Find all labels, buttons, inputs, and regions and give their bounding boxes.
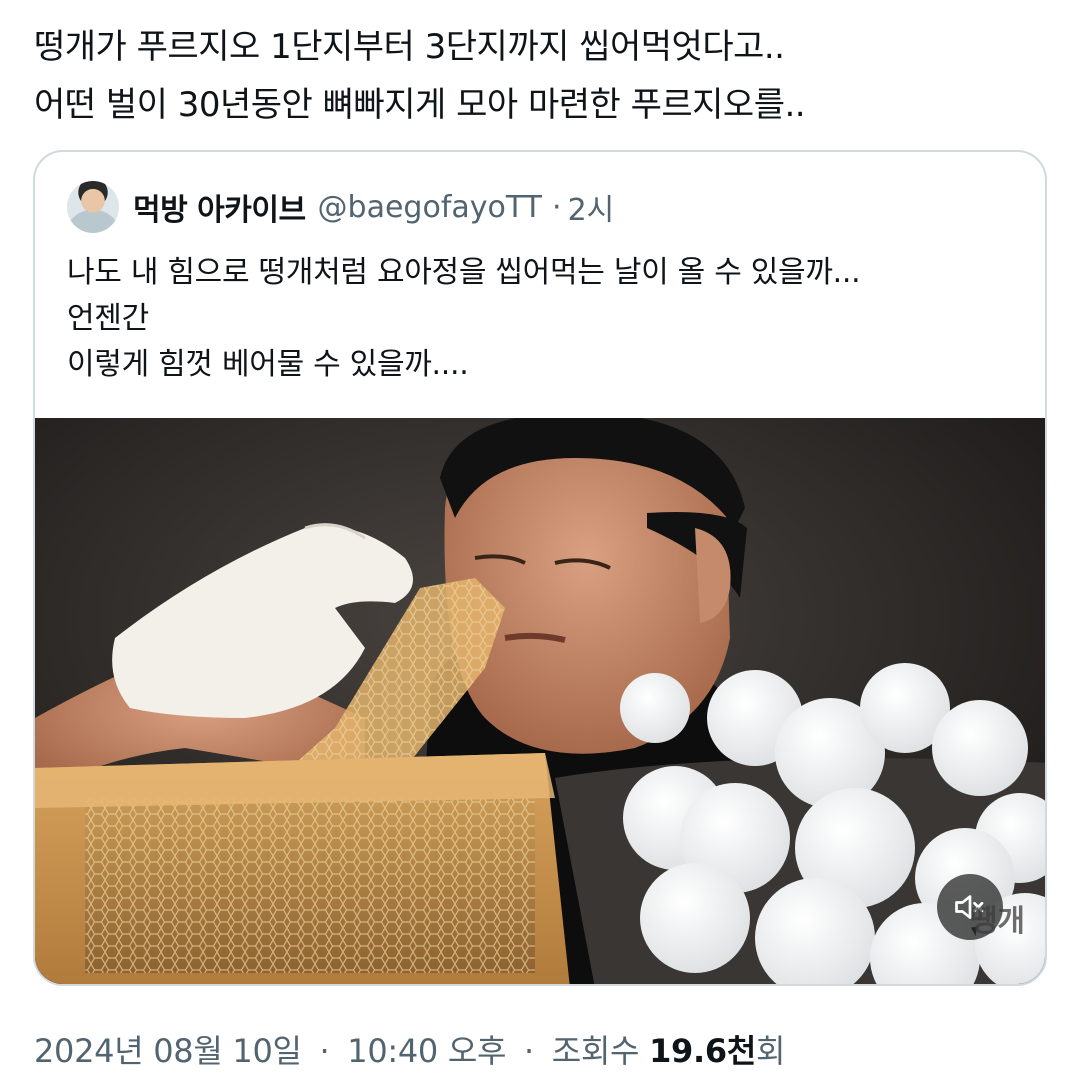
- header-separator: ·: [552, 189, 562, 225]
- meta-separator: ·: [524, 1032, 534, 1070]
- post-time[interactable]: 2시: [568, 185, 615, 229]
- author-handle[interactable]: @baegofayoTT: [318, 190, 542, 225]
- views-suffix: 회: [755, 1032, 786, 1070]
- quoted-tweet-card[interactable]: 먹방 아카이브 @baegofayoTT · 2시 나도 내 힘으로 떵개처럼 …: [33, 150, 1047, 986]
- post-clock-time[interactable]: 10:40 오후: [347, 1032, 506, 1070]
- views-label: 조회수: [551, 1032, 640, 1070]
- tweet-text-line-2: 어떤 벌이 30년동안 뼈빠지게 모아 마련한 푸르지오를..: [34, 85, 806, 125]
- avatar[interactable]: [67, 181, 119, 233]
- tweet-text: 떵개가 푸르지오 1단지부터 3단지까지 씹어먹엇다고.. 어떤 벌이 30년동…: [34, 18, 1044, 134]
- author-name[interactable]: 먹방 아카이브: [133, 185, 306, 229]
- quoted-text-line-3: 이렇게 힘껏 베어물 수 있을까....: [67, 347, 469, 382]
- video-player[interactable]: 땡개: [35, 418, 1045, 984]
- meta-separator: ·: [319, 1032, 330, 1070]
- tweet-meta: 2024년 08월 10일 · 10:40 오후 · 조회수 19.6천회: [34, 1026, 785, 1072]
- tweet-text-line-1: 떵개가 푸르지오 1단지부터 3단지까지 씹어먹엇다고..: [34, 27, 785, 67]
- quoted-text-line-2: 언젠간: [67, 301, 149, 336]
- quoted-tweet-header: 먹방 아카이브 @baegofayoTT · 2시: [67, 180, 614, 234]
- quoted-text-line-1: 나도 내 힘으로 떵개처럼 요아정을 씹어먹는 날이 올 수 있을까...: [67, 255, 861, 290]
- views-count: 19.6천: [649, 1032, 756, 1070]
- video-watermark: 땡개: [969, 904, 1025, 939]
- post-date[interactable]: 2024년 08월 10일: [34, 1032, 302, 1070]
- quoted-tweet-text: 나도 내 힘으로 떵개처럼 요아정을 씹어먹는 날이 올 수 있을까... 언젠…: [67, 250, 1017, 388]
- video-frame: [35, 418, 1045, 984]
